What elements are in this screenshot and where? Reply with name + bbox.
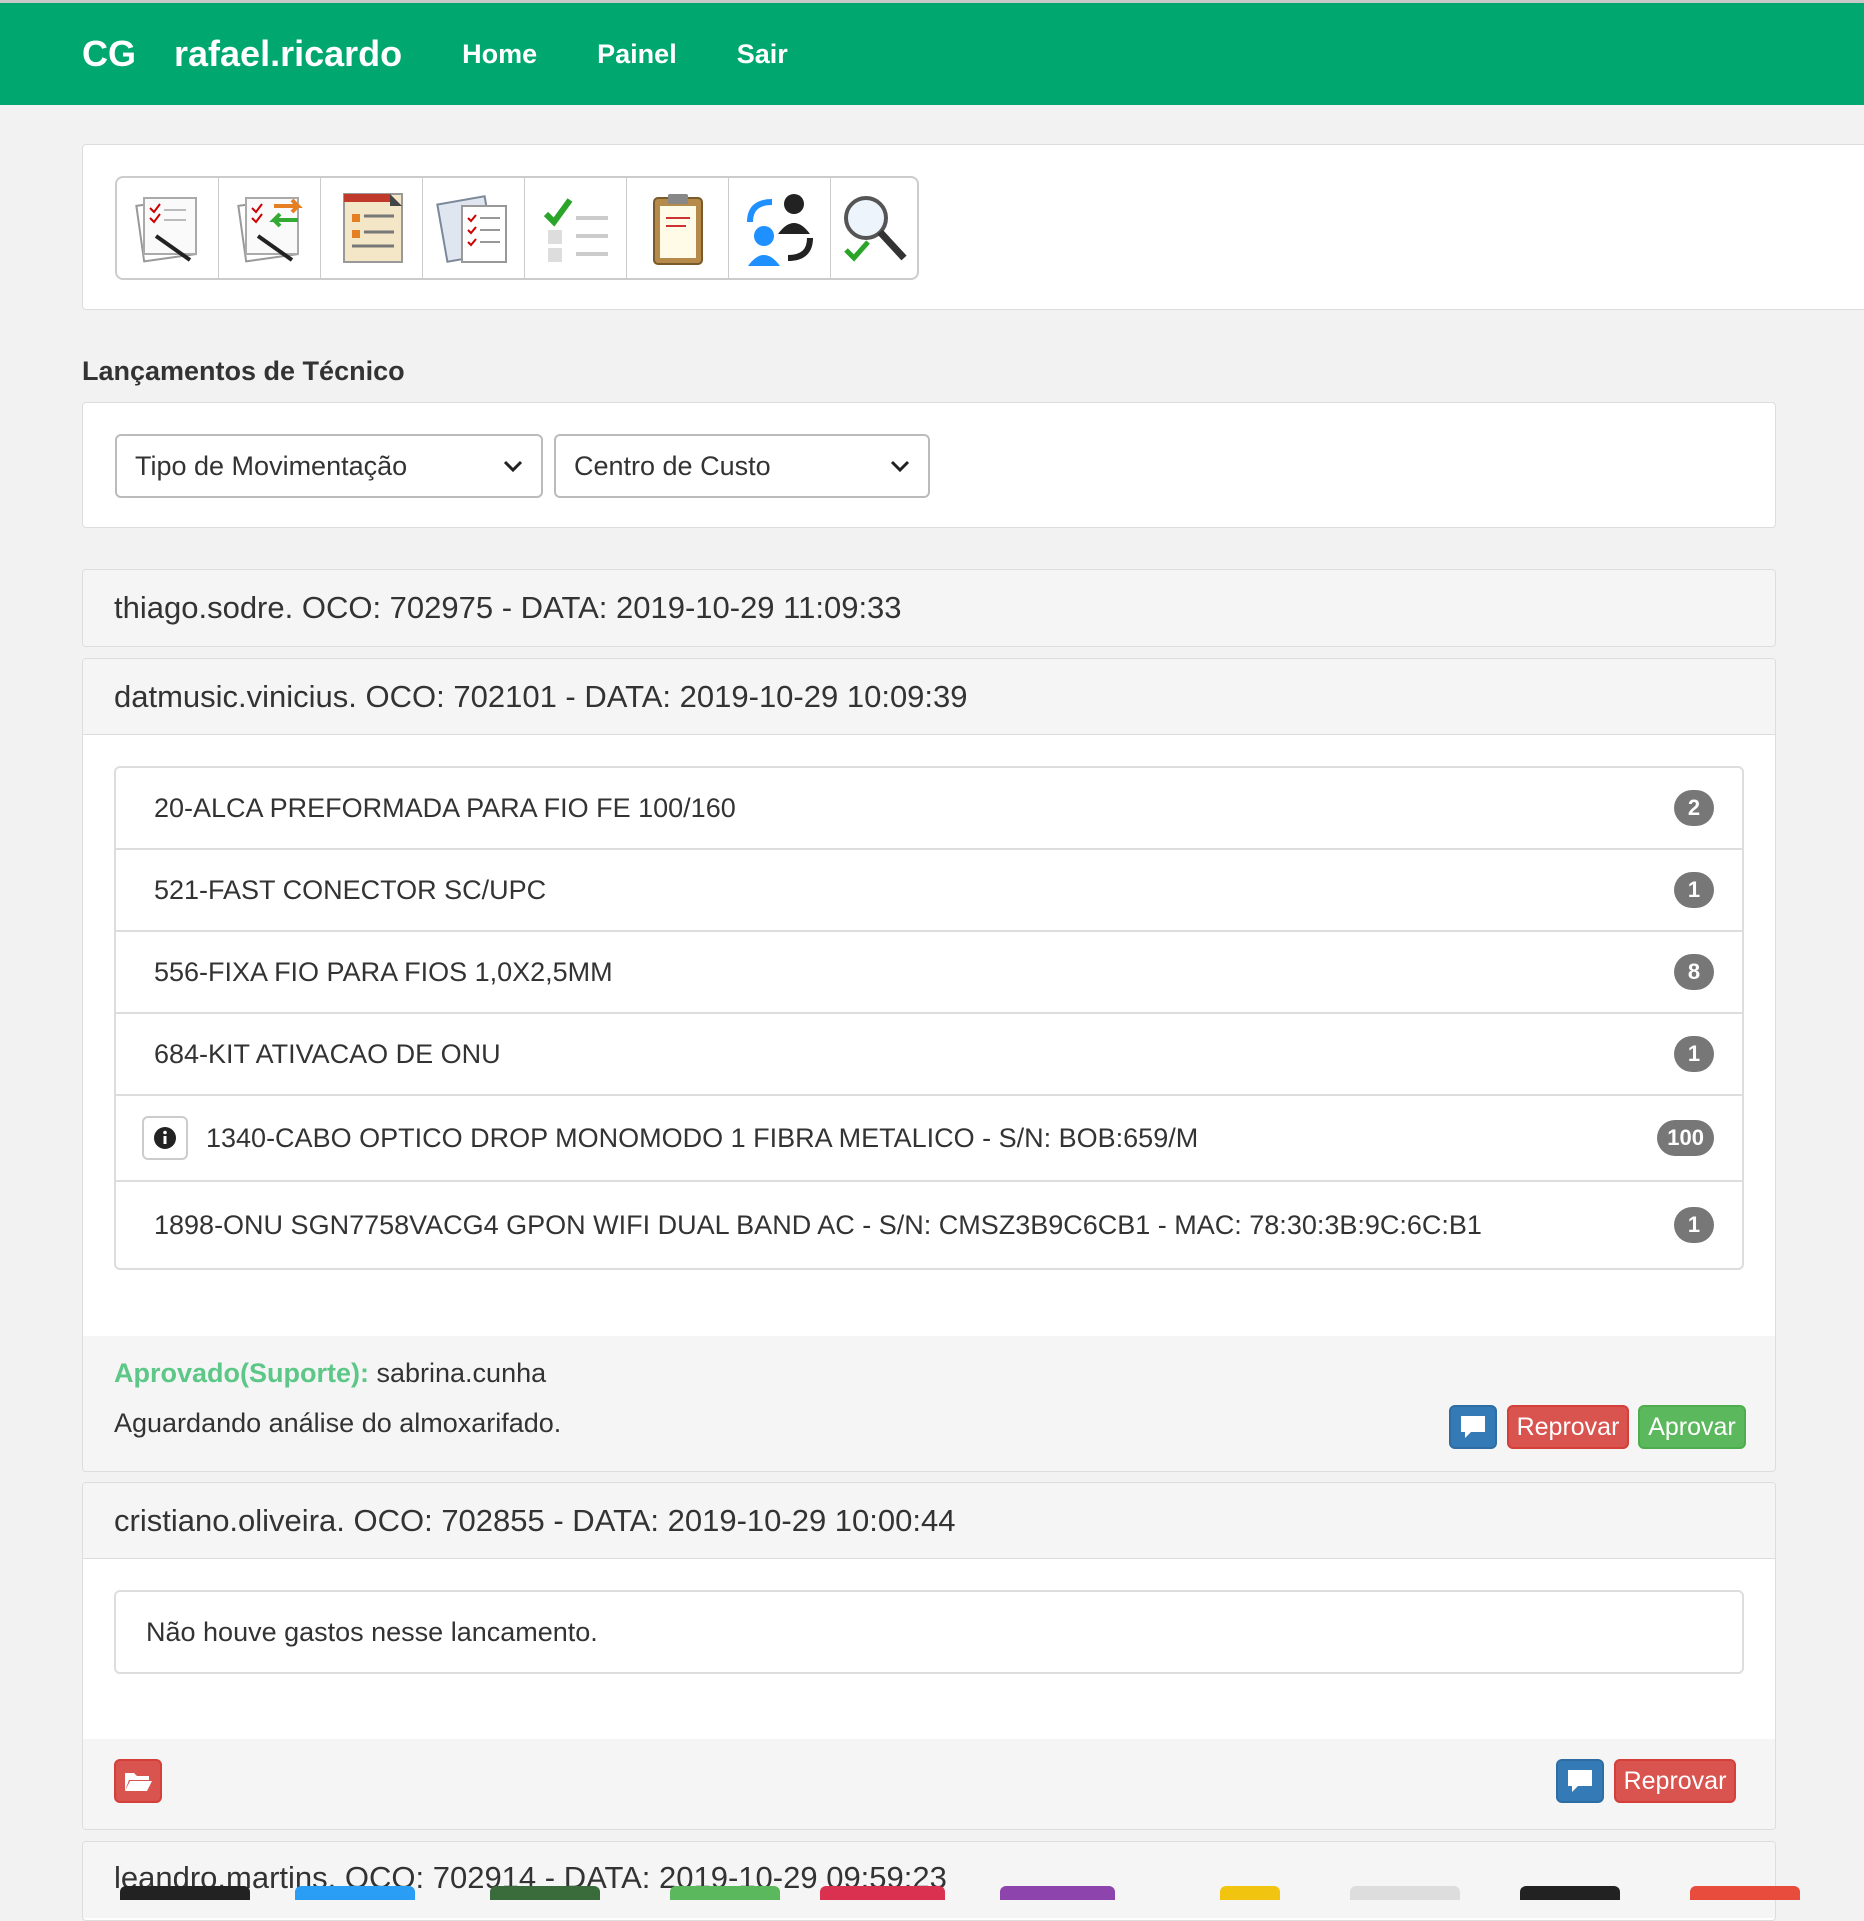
checklist-transfer-button[interactable] (219, 178, 321, 278)
entry-card: thiago.sodre. OCO: 702975 - DATA: 2019-1… (82, 569, 1776, 647)
dock-item[interactable] (295, 1886, 415, 1900)
quantity-badge: 100 (1657, 1120, 1714, 1156)
approved-by: sabrina.cunha (377, 1358, 547, 1388)
nav-painel-link[interactable]: Painel (597, 39, 677, 70)
quantity-badge: 8 (1674, 954, 1714, 990)
entry-card: leandro.martins. OCO: 702914 - DATA: 201… (82, 1841, 1776, 1921)
report-document-icon (330, 186, 414, 270)
toolbar-panel (82, 144, 1864, 310)
search-approve-icon (832, 186, 916, 270)
comment-button[interactable] (1556, 1759, 1604, 1803)
folder-button[interactable] (114, 1759, 162, 1803)
entry-body: 20-ALCA PREFORMADA PARA FIO FE 100/160 2… (83, 735, 1775, 1336)
tipo-movimentacao-value: Tipo de Movimentação (135, 451, 407, 482)
dock-item[interactable] (1220, 1886, 1280, 1900)
clipboard-icon (636, 186, 720, 270)
documents-list-button[interactable] (423, 178, 525, 278)
nav-sair-link[interactable]: Sair (737, 39, 788, 70)
entry-header[interactable]: thiago.sodre. OCO: 702975 - DATA: 2019-1… (83, 570, 1775, 646)
dock-item[interactable] (820, 1886, 945, 1900)
report-document-button[interactable] (321, 178, 423, 278)
empty-message: Não houve gastos nesse lancamento. (114, 1590, 1744, 1674)
entry-footer: Aprovado(Suporte): sabrina.cunha Aguarda… (83, 1336, 1775, 1471)
user-swap-icon (738, 186, 822, 270)
entry-card: datmusic.vinicius. OCO: 702101 - DATA: 2… (82, 658, 1776, 1472)
centro-custo-value: Centro de Custo (574, 451, 771, 482)
tool-group (115, 176, 919, 280)
item-text: 20-ALCA PREFORMADA PARA FIO FE 100/160 (154, 793, 1674, 824)
chevron-down-icon (888, 454, 912, 478)
centro-custo-select[interactable]: Centro de Custo (554, 434, 930, 498)
comment-icon (1459, 1414, 1487, 1440)
dock-item[interactable] (1690, 1886, 1800, 1900)
dock-item[interactable] (1000, 1886, 1115, 1900)
quantity-badge: 2 (1674, 790, 1714, 826)
item-text: 684-KIT ATIVACAO DE ONU (154, 1039, 1674, 1070)
brand[interactable]: CG rafael.ricardo (82, 33, 402, 75)
entry-header[interactable]: leandro.martins. OCO: 702914 - DATA: 201… (83, 1842, 1775, 1918)
checklist-pen-button[interactable] (117, 178, 219, 278)
entry-card: cristiano.oliveira. OCO: 702855 - DATA: … (82, 1482, 1776, 1830)
reprovar-button[interactable]: Reprovar (1507, 1405, 1629, 1449)
checklist-icon (534, 186, 618, 270)
dock-item[interactable] (490, 1886, 600, 1900)
list-item: 20-ALCA PREFORMADA PARA FIO FE 100/160 2 (116, 768, 1742, 850)
nav-home-link[interactable]: Home (462, 39, 537, 70)
entry-header[interactable]: cristiano.oliveira. OCO: 702855 - DATA: … (83, 1483, 1775, 1559)
user-swap-button[interactable] (729, 178, 831, 278)
approved-label: Aprovado(Suporte): (114, 1358, 369, 1388)
tipo-movimentacao-select[interactable]: Tipo de Movimentação (115, 434, 543, 498)
approval-line: Aprovado(Suporte): sabrina.cunha (114, 1358, 546, 1389)
checklist-button[interactable] (525, 178, 627, 278)
item-text: 521-FAST CONECTOR SC/UPC (154, 875, 1674, 906)
status-text: Aguardando análise do almoxarifado. (114, 1408, 561, 1439)
dock-item[interactable] (1350, 1886, 1460, 1900)
entry-header[interactable]: datmusic.vinicius. OCO: 702101 - DATA: 2… (83, 659, 1775, 735)
username: rafael.ricardo (174, 33, 402, 74)
entry-body: Não houve gastos nesse lancamento. (83, 1559, 1775, 1739)
dock-item[interactable] (670, 1886, 780, 1900)
aprovar-button[interactable]: Aprovar (1638, 1405, 1746, 1449)
documents-list-icon (432, 186, 516, 270)
list-item: 1340-CABO OPTICO DROP MONOMODO 1 FIBRA M… (116, 1096, 1742, 1182)
list-item: 556-FIXA FIO PARA FIOS 1,0X2,5MM 8 (116, 932, 1742, 1014)
items-list: 20-ALCA PREFORMADA PARA FIO FE 100/160 2… (114, 766, 1744, 1270)
reprovar-button[interactable]: Reprovar (1614, 1759, 1736, 1803)
chevron-down-icon (501, 454, 525, 478)
search-approve-button[interactable] (831, 178, 917, 278)
quantity-badge: 1 (1674, 1036, 1714, 1072)
item-text: 1898-ONU SGN7758VACG4 GPON WIFI DUAL BAN… (154, 1210, 1674, 1241)
checklist-transfer-icon (228, 186, 312, 270)
quantity-badge: 1 (1674, 872, 1714, 908)
comment-icon (1566, 1768, 1594, 1794)
navbar: CG rafael.ricardo Home Painel Sair (0, 0, 1864, 105)
clipboard-button[interactable] (627, 178, 729, 278)
quantity-badge: 1 (1674, 1207, 1714, 1243)
list-item: 1898-ONU SGN7758VACG4 GPON WIFI DUAL BAN… (116, 1182, 1742, 1268)
list-item: 684-KIT ATIVACAO DE ONU 1 (116, 1014, 1742, 1096)
list-item: 521-FAST CONECTOR SC/UPC 1 (116, 850, 1742, 932)
checklist-pen-icon (126, 186, 210, 270)
dock-item[interactable] (1520, 1886, 1620, 1900)
dock-item[interactable] (120, 1886, 250, 1900)
comment-button[interactable] (1449, 1405, 1497, 1449)
filter-panel: Tipo de Movimentação Centro de Custo (82, 402, 1776, 528)
folder-open-icon (123, 1769, 153, 1793)
entry-footer: Reprovar (83, 1739, 1775, 1829)
info-button[interactable] (142, 1116, 188, 1160)
item-text: 556-FIXA FIO PARA FIOS 1,0X2,5MM (154, 957, 1674, 988)
item-text: 1340-CABO OPTICO DROP MONOMODO 1 FIBRA M… (206, 1123, 1657, 1154)
info-icon (153, 1126, 177, 1150)
section-title: Lançamentos de Técnico (82, 356, 405, 387)
brand-short: CG (82, 33, 136, 74)
